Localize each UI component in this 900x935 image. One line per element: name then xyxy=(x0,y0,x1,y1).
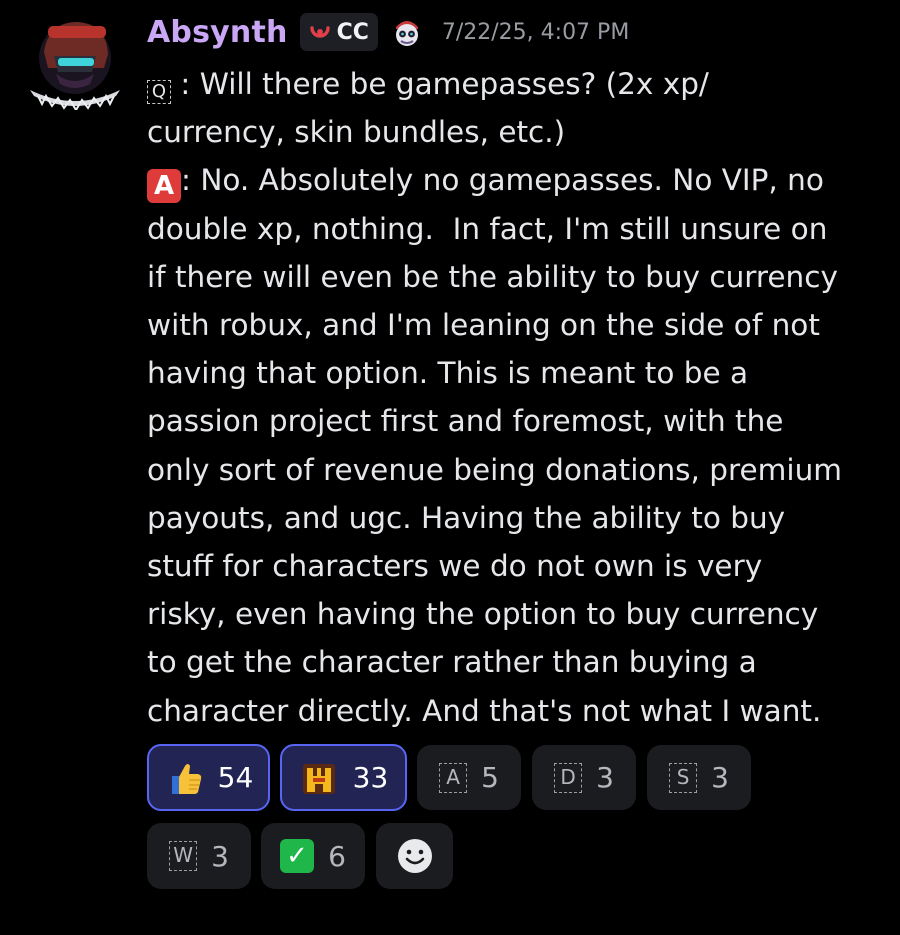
message-content: Q : Will there be gamepasses? (2x xp/ cu… xyxy=(147,60,887,735)
question-text: : Will there be gamepasses? (2x xp/ curr… xyxy=(147,67,709,150)
a-button-emoji-icon: A xyxy=(147,169,181,204)
reaction-check-mark[interactable]: ✓ 6 xyxy=(261,823,365,889)
regional-a-icon: A xyxy=(439,762,468,793)
answer-text: : No. Absolutely no gamepasses. No VIP, … xyxy=(147,163,843,728)
reaction-regional-s[interactable]: S 3 xyxy=(647,745,751,810)
reaction-regional-w[interactable]: W 3 xyxy=(147,823,251,889)
reaction-custom-character[interactable]: 33 xyxy=(280,744,407,811)
character-badge-icon xyxy=(395,21,418,46)
thumbs-up-icon xyxy=(171,763,201,794)
smiley-add-reaction-icon xyxy=(397,839,432,873)
message-header: Absynth CC 7/22/25, 4:07 PM xyxy=(147,10,629,54)
q-regional-indicator-icon: Q xyxy=(147,80,171,104)
regional-s-icon: S xyxy=(669,762,698,793)
timestamp: 7/22/25, 4:07 PM xyxy=(441,19,630,45)
reaction-count: 33 xyxy=(352,761,389,794)
reaction-count: 6 xyxy=(328,839,346,873)
custom-character-emoji-icon xyxy=(302,763,335,794)
check-mark-icon: ✓ xyxy=(280,839,315,873)
avatar-image xyxy=(30,22,120,110)
add-reaction-button[interactable] xyxy=(376,823,453,889)
username[interactable]: Absynth xyxy=(147,15,288,50)
guild-tag[interactable]: CC xyxy=(299,13,378,51)
guild-tag-label: CC xyxy=(336,19,369,45)
reaction-count: 5 xyxy=(481,761,499,794)
reaction-thumbs-up[interactable]: 54 xyxy=(147,744,270,811)
reaction-count: 54 xyxy=(217,761,254,794)
regional-d-icon: D xyxy=(554,762,583,793)
reaction-regional-a[interactable]: A 5 xyxy=(417,745,521,810)
regional-w-icon: W xyxy=(169,841,198,871)
reaction-count: 3 xyxy=(711,761,729,794)
reaction-count: 3 xyxy=(211,839,229,873)
guild-tag-icon xyxy=(309,26,330,38)
avatar[interactable] xyxy=(26,12,124,110)
reaction-count: 3 xyxy=(596,761,614,794)
reaction-regional-d[interactable]: D 3 xyxy=(532,745,636,810)
